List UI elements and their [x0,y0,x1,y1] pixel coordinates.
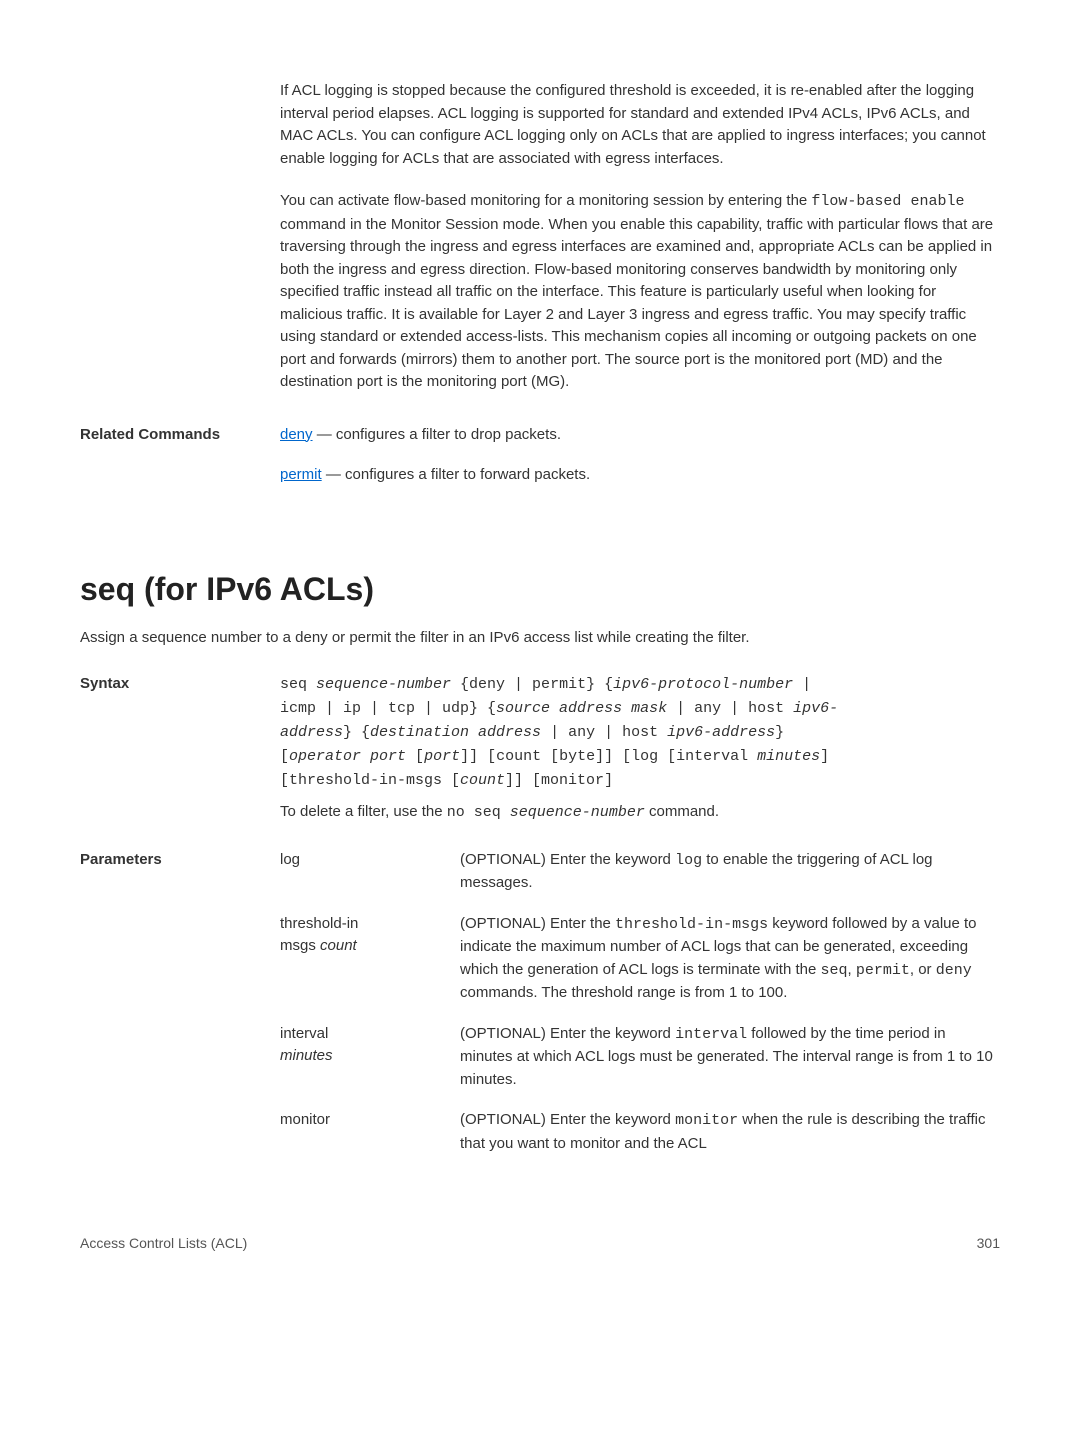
param-interval-name: interval minutes [280,1023,460,1092]
param-monitor-name: monitor [280,1109,460,1155]
syntax-code-block: seq sequence-number {deny | permit} {ipv… [280,673,1000,793]
section-heading: seq (for IPv6 ACLs) [80,565,1000,613]
page-footer: Access Control Lists (ACL) 301 [80,1233,1000,1254]
param-monitor-desc: (OPTIONAL) Enter the keyword monitor whe… [460,1109,1000,1155]
syntax-delete-note: To delete a filter, use the no seq seque… [280,801,1000,825]
deny-link[interactable]: deny [280,426,313,443]
param-threshold-name: threshold-in msgs count [280,913,460,1005]
related-commands-label: Related Commands [80,424,280,505]
param-threshold-desc: (OPTIONAL) Enter the threshold-in-msgs k… [460,913,1000,1005]
param-log-name: log [280,849,460,895]
parameters-table: log (OPTIONAL) Enter the keyword log to … [280,849,1000,1174]
footer-left: Access Control Lists (ACL) [80,1233,247,1254]
permit-command-line: permit — configures a filter to forward … [280,464,1000,487]
related-commands-section: Related Commands deny — configures a fil… [80,424,1000,505]
syntax-row: Syntax seq sequence-number {deny | permi… [80,673,1000,825]
param-threshold: threshold-in msgs count (OPTIONAL) Enter… [280,913,1000,1005]
param-monitor: monitor (OPTIONAL) Enter the keyword mon… [280,1109,1000,1155]
flow-based-enable-code: flow-based enable [811,193,964,210]
related-commands-content: deny — configures a filter to drop packe… [280,424,1000,505]
syntax-content: seq sequence-number {deny | permit} {ipv… [280,673,1000,825]
parameters-row: Parameters log (OPTIONAL) Enter the keyw… [80,849,1000,1174]
param-log: log (OPTIONAL) Enter the keyword log to … [280,849,1000,895]
param-log-desc: (OPTIONAL) Enter the keyword log to enab… [460,849,1000,895]
deny-command-line: deny — configures a filter to drop packe… [280,424,1000,447]
footer-page-number: 301 [977,1233,1000,1254]
section-intro: Assign a sequence number to a deny or pe… [80,627,1000,650]
parameters-label: Parameters [80,849,280,1174]
acl-logging-paragraph: If ACL logging is stopped because the co… [280,80,1000,170]
param-interval-desc: (OPTIONAL) Enter the keyword interval fo… [460,1023,1000,1092]
syntax-label: Syntax [80,673,280,825]
permit-link[interactable]: permit [280,466,322,483]
top-content-block: If ACL logging is stopped because the co… [280,80,1000,394]
flow-monitoring-paragraph: You can activate flow-based monitoring f… [280,190,1000,394]
param-interval: interval minutes (OPTIONAL) Enter the ke… [280,1023,1000,1092]
